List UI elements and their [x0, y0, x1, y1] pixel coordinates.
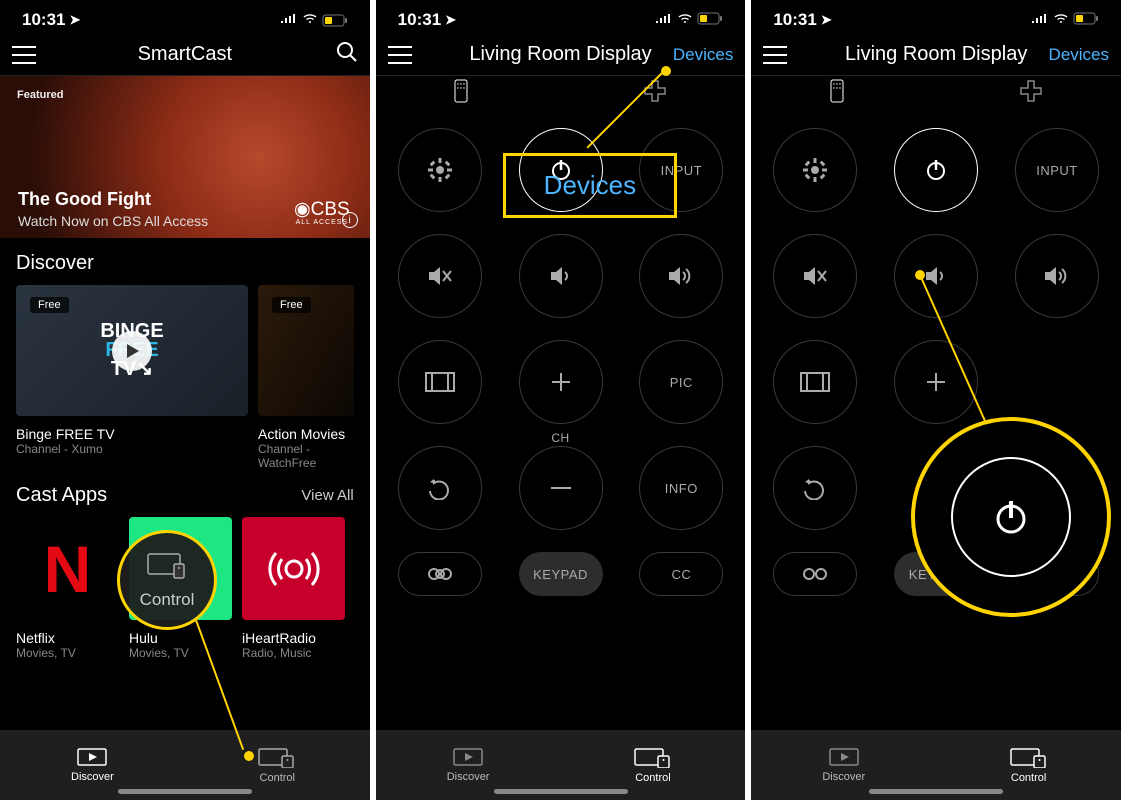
discover-tab-icon — [451, 747, 485, 767]
location-icon: ➤ — [821, 12, 832, 28]
featured-tag: Featured — [17, 89, 63, 101]
location-icon: ➤ — [69, 12, 80, 28]
card-sub: Channel - WatchFree — [258, 442, 354, 470]
devices-link[interactable]: Devices — [673, 45, 733, 65]
card-title: Action Movies — [258, 426, 354, 442]
power-icon — [951, 457, 1071, 577]
free-badge: Free — [30, 297, 69, 313]
annotation-dot — [661, 66, 671, 76]
aspect-button[interactable] — [773, 340, 857, 424]
location-icon: ➤ — [445, 12, 456, 28]
settings-button[interactable] — [773, 128, 857, 212]
app-iheart[interactable]: iHeartRadioRadio, Music — [242, 517, 345, 660]
discover-tab-icon — [827, 747, 861, 767]
screen-smartcast-home: 10:31➤ SmartCast Featured The Good Fight… — [0, 0, 370, 800]
volume-down-button[interactable] — [894, 234, 978, 318]
page-title: SmartCast — [138, 43, 232, 66]
status-bar: 10:31➤ — [751, 0, 1121, 34]
status-bar: 10:31➤ — [376, 0, 746, 34]
devices-link[interactable]: Devices — [1049, 45, 1109, 65]
free-badge: Free — [272, 297, 311, 313]
channel-down-button[interactable] — [519, 446, 603, 530]
volume-up-button[interactable] — [639, 234, 723, 318]
battery-icon — [322, 14, 348, 27]
device-title: Living Room Display — [469, 43, 651, 66]
annotation-power-callout — [911, 417, 1111, 617]
card-title: Binge FREE TV — [16, 426, 248, 442]
battery-icon — [697, 10, 723, 30]
remote-mode-icon[interactable] — [830, 79, 844, 108]
home-indicator[interactable] — [869, 789, 1003, 794]
card-sub: Channel - Xumo — [16, 442, 248, 456]
app-netflix[interactable]: NNetflixMovies, TV — [16, 517, 119, 660]
mute-button[interactable] — [773, 234, 857, 318]
settings-button[interactable] — [398, 128, 482, 212]
cc-button[interactable]: CC — [639, 552, 723, 596]
wifi-icon — [302, 10, 318, 30]
menu-icon[interactable] — [388, 46, 412, 64]
control-tab-icon — [1009, 746, 1049, 768]
home-indicator[interactable] — [118, 789, 252, 794]
play-icon[interactable] — [112, 331, 152, 371]
view-all-link[interactable]: View All — [301, 487, 353, 504]
discover-card-action[interactable]: Free Action Movies Channel - WatchFree — [258, 285, 354, 470]
link-button[interactable] — [773, 552, 857, 596]
status-bar: 10:31➤ — [0, 0, 370, 34]
signal-icon — [280, 10, 298, 30]
home-indicator[interactable] — [494, 789, 628, 794]
featured-title: The Good Fight — [18, 189, 151, 210]
input-button[interactable]: INPUT — [1015, 128, 1099, 212]
app-header: Living Room Display Devices — [376, 34, 746, 76]
search-icon[interactable] — [336, 41, 358, 68]
power-button[interactable] — [894, 128, 978, 212]
volume-up-button[interactable] — [1015, 234, 1099, 318]
remote-mode-bar — [376, 78, 746, 108]
section-title: Cast Apps — [16, 484, 107, 507]
menu-icon[interactable] — [12, 46, 36, 64]
tv-control-icon — [146, 550, 188, 585]
screen-remote-power: 10:31➤ Living Room Display Devices INPUT — [751, 0, 1121, 800]
mute-button[interactable] — [398, 234, 482, 318]
dpad-mode-icon[interactable] — [1019, 79, 1043, 108]
remote-mode-icon[interactable] — [454, 79, 468, 108]
device-title: Living Room Display — [845, 43, 1027, 66]
signal-icon — [1031, 10, 1049, 30]
annotation-control-callout: Control — [117, 530, 217, 630]
app-header: Living Room Display Devices — [751, 34, 1121, 76]
remote-mode-bar — [751, 78, 1121, 108]
control-tab-icon — [257, 746, 297, 768]
clock: 10:31 — [22, 10, 65, 30]
signal-icon — [655, 10, 673, 30]
back-button[interactable] — [773, 446, 857, 530]
wifi-icon — [1053, 10, 1069, 30]
aspect-button[interactable] — [398, 340, 482, 424]
wifi-icon — [677, 10, 693, 30]
screen-remote-devices: 10:31➤ Living Room Display Devices Devic… — [376, 0, 746, 800]
keypad-button[interactable]: KEYPAD — [519, 552, 603, 596]
annotation-dot — [244, 751, 254, 761]
info-button[interactable]: INFO — [639, 446, 723, 530]
discover-tab-icon — [75, 747, 109, 767]
featured-hero[interactable]: Featured The Good Fight Watch Now on CBS… — [0, 76, 370, 238]
back-button[interactable] — [398, 446, 482, 530]
pic-button[interactable]: PIC — [639, 340, 723, 424]
battery-icon — [1073, 10, 1099, 30]
dpad-mode-icon[interactable] — [643, 79, 667, 108]
control-tab-icon — [633, 746, 673, 768]
link-button[interactable] — [398, 552, 482, 596]
channel-up-button[interactable]: CH — [519, 340, 603, 424]
volume-down-button[interactable] — [519, 234, 603, 318]
featured-subtitle: Watch Now on CBS All Access — [18, 213, 208, 229]
section-title: Discover — [16, 252, 94, 275]
info-icon[interactable]: i — [342, 212, 358, 228]
menu-icon[interactable] — [763, 46, 787, 64]
annotation-devices-callout: Devices — [503, 153, 677, 218]
discover-section: Discover Free BINGEFREETV↘ Binge FREE TV… — [0, 238, 370, 476]
app-header: SmartCast — [0, 34, 370, 76]
discover-card-binge[interactable]: Free BINGEFREETV↘ Binge FREE TV Channel … — [16, 285, 248, 470]
